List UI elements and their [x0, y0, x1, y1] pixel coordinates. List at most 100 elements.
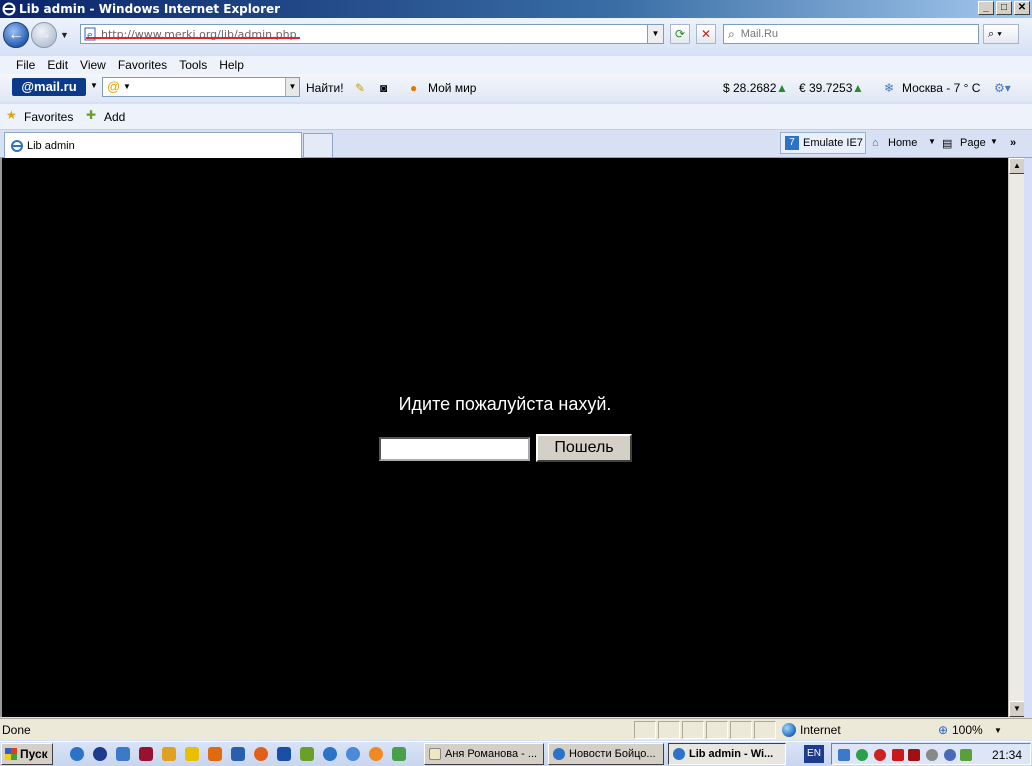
combo-dropdown-icon[interactable]: ▼	[285, 78, 299, 96]
task-lib-admin-label: Lib admin - Wi...	[689, 748, 774, 760]
tools-gear-icon[interactable]: ⚙▾	[994, 81, 1011, 95]
address-row: ← → ▼ e http://www.merki.org/lib/admin.p…	[0, 18, 1032, 54]
address-field[interactable]: e http://www.merki.org/lib/admin.php ▼	[80, 24, 664, 44]
refresh-button[interactable]: ⟳	[670, 24, 690, 44]
pencil-app-icon[interactable]	[162, 747, 176, 761]
pencil-icon[interactable]: ✎	[355, 81, 365, 95]
search-go-button[interactable]: ⌕ ▾	[983, 24, 1019, 44]
magnifier-icon: ⌕	[988, 28, 995, 40]
stop-button[interactable]: ✕	[696, 24, 716, 44]
back-button[interactable]: ←	[3, 22, 29, 48]
usd-rate[interactable]: $ 28.2682	[723, 81, 776, 95]
task-lib-admin[interactable]: Lib admin - Wi...	[668, 743, 786, 765]
mailru-logo[interactable]: @mail.ru	[12, 78, 86, 96]
page-menu-icon: ▤	[942, 138, 953, 150]
zoom-dropdown-icon[interactable]: ▼	[994, 726, 1002, 735]
browser-app-icon[interactable]	[323, 747, 337, 761]
page-menu-button[interactable]: Page	[960, 137, 986, 149]
network-tray-icon[interactable]	[838, 749, 850, 761]
my-world-link[interactable]: Мой мир	[428, 81, 476, 95]
photo-app-icon[interactable]	[208, 747, 222, 761]
windows-logo-icon	[5, 748, 17, 760]
start-button[interactable]: Пуск	[1, 743, 53, 765]
url-underline	[86, 37, 300, 39]
home-dropdown-icon[interactable]: ▼	[928, 137, 936, 146]
taskbar: Пуск Аня Романова - ... Новости Бойцо...…	[0, 741, 1032, 766]
menu-bar: File Edit View Favorites Tools Help	[0, 56, 1032, 74]
emulate-ie7-button[interactable]: 7 Emulate IE7	[780, 132, 866, 154]
volume-tray-icon[interactable]	[944, 749, 956, 761]
close-button[interactable]: ✕	[1014, 1, 1030, 15]
zoom-level[interactable]: 100%	[952, 723, 983, 737]
menu-favorites[interactable]: Favorites	[118, 58, 167, 72]
tab-lib-admin[interactable]: Lib admin	[4, 132, 302, 158]
minimize-button[interactable]: _	[978, 1, 994, 15]
ie-task-icon	[553, 748, 565, 760]
menu-help[interactable]: Help	[219, 58, 244, 72]
task-mail[interactable]: Аня Романова - ...	[424, 743, 544, 765]
language-indicator[interactable]: EN	[804, 745, 824, 763]
settings-tray-icon[interactable]	[926, 749, 938, 761]
status-bar: Done Internet ⊕ 100% ▼	[0, 718, 1032, 740]
favorites-bar: ★ Favorites ✚ Add	[0, 104, 1032, 130]
green-tray-icon[interactable]	[856, 749, 868, 761]
status-text: Done	[2, 723, 31, 737]
home-button[interactable]: Home	[888, 137, 917, 149]
page-message: Идите пожалуйста нахуй.	[398, 394, 612, 414]
search-field[interactable]: ⌕ Mail.Ru	[723, 24, 979, 44]
task-news-label: Новости Бойцо...	[569, 748, 656, 760]
start-label: Пуск	[20, 747, 48, 761]
menu-file[interactable]: File	[16, 58, 35, 72]
address-dropdown-icon[interactable]: ▼	[647, 25, 663, 43]
camera-icon[interactable]: ◙	[380, 81, 387, 95]
vertical-scrollbar[interactable]: ▲ ▼	[1008, 158, 1025, 717]
find-button[interactable]: Найти!	[306, 81, 344, 95]
app-tray-icon[interactable]	[960, 749, 972, 761]
network-app-icon[interactable]	[346, 747, 360, 761]
desktop-icon[interactable]	[116, 747, 130, 761]
firefox-icon[interactable]	[254, 747, 268, 761]
warning-app-icon[interactable]	[185, 747, 199, 761]
menu-edit[interactable]: Edit	[47, 58, 68, 72]
my-world-icon: ●	[410, 81, 418, 95]
media-player-icon[interactable]	[93, 747, 107, 761]
chevron-more-icon[interactable]: »	[1010, 137, 1016, 149]
add-favorite-button[interactable]: Add	[104, 110, 125, 124]
word-icon[interactable]	[231, 747, 245, 761]
favorites-button[interactable]: Favorites	[24, 110, 73, 124]
tool-app-icon[interactable]	[392, 747, 406, 761]
en-tray-icon[interactable]	[908, 749, 920, 761]
mailru-search-combo[interactable]: @ ▼ ▼	[102, 77, 300, 97]
messenger-icon[interactable]	[277, 747, 291, 761]
ie-quicklaunch-icon[interactable]	[70, 747, 84, 761]
forward-button[interactable]: →	[31, 22, 57, 48]
security-zone[interactable]: Internet	[800, 723, 841, 737]
user-app-icon[interactable]	[300, 747, 314, 761]
new-tab-button[interactable]	[303, 133, 333, 157]
task-news[interactable]: Новости Бойцо...	[548, 743, 664, 765]
menu-view[interactable]: View	[80, 58, 106, 72]
password-input[interactable]	[379, 437, 530, 461]
title-bar: Lib admin - Windows Internet Explorer _ …	[0, 0, 1032, 18]
internet-zone-globe-icon	[782, 722, 796, 737]
recent-pages-dropdown-icon[interactable]: ▼	[60, 30, 69, 40]
scroll-up-icon[interactable]: ▲	[1009, 158, 1025, 174]
mail-agent-icon[interactable]	[369, 747, 383, 761]
scroll-down-icon[interactable]: ▼	[1009, 701, 1025, 717]
flash-tray-icon[interactable]	[892, 749, 904, 761]
maximize-button[interactable]: □	[996, 1, 1012, 15]
save-disk-icon[interactable]	[139, 747, 153, 761]
clock[interactable]: 21:34	[992, 748, 1022, 762]
red-tray-icon[interactable]	[874, 749, 886, 761]
zoom-icon: ⊕	[938, 723, 949, 737]
menu-tools[interactable]: Tools	[179, 58, 207, 72]
page-dropdown-icon[interactable]: ▼	[990, 137, 998, 146]
eur-rate[interactable]: € 39.7253	[799, 81, 852, 95]
weather-icon: ❄	[884, 81, 895, 95]
mailru-toolbar: @mail.ru ▼ @ ▼ ▼ Найти! ✎ ◙ ● Мой мир $ …	[0, 74, 1032, 102]
weather-text[interactable]: Москва - 7 ° С	[902, 81, 980, 95]
forward-arrow-icon: →	[36, 26, 52, 43]
svg-text:e: e	[87, 31, 93, 41]
mailru-menu-dropdown-icon[interactable]: ▼	[90, 81, 98, 90]
submit-button[interactable]: Пошель	[536, 434, 632, 462]
